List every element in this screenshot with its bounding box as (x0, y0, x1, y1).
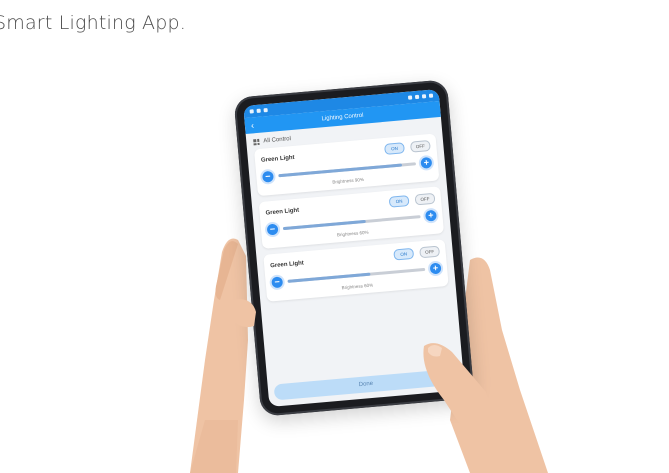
photo-scene: ‹ Lighting Control All Control Green Lig… (0, 0, 669, 473)
fingers (190, 299, 500, 473)
